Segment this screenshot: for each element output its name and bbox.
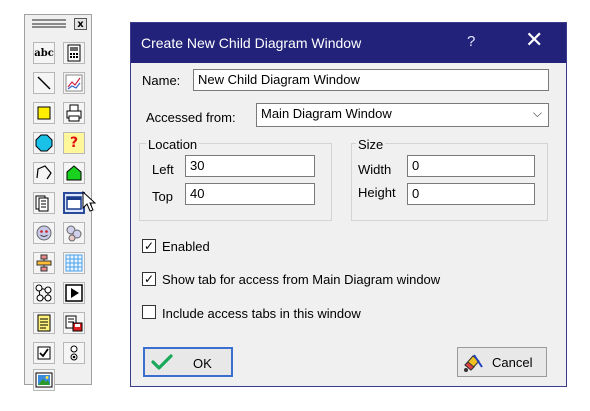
house-tool-icon [66, 165, 82, 181]
palette-drag-grip[interactable] [32, 19, 66, 28]
left-input-value: 30 [190, 158, 205, 173]
polygon-tool-button[interactable] [33, 162, 55, 184]
octagon-tool-button[interactable] [33, 132, 55, 154]
show-tab-label: Show tab for access from Main Diagram wi… [162, 272, 441, 287]
play-tool-icon [65, 284, 83, 302]
text-tool-icon: abc [34, 47, 54, 59]
enabled-label: Enabled [162, 239, 210, 254]
text-tool-button[interactable]: abc [33, 42, 55, 64]
accessed-from-select[interactable]: Main Diagram Window ⌵ [256, 103, 549, 127]
octagon-tool-icon [35, 134, 53, 152]
checkbox-tool-icon [37, 346, 51, 360]
radio-tool-icon [70, 345, 78, 361]
help-tool-button[interactable]: ? [63, 132, 85, 154]
image-tool-button[interactable] [33, 369, 55, 391]
create-child-window-dialog: Create New Child Diagram Window ? ✕ Name… [130, 22, 567, 387]
ok-button[interactable]: OK [143, 347, 233, 377]
name-input[interactable]: New Child Diagram Window [193, 69, 549, 91]
image-tool-icon [35, 372, 53, 388]
chevron-down-icon: ⌵ [532, 106, 542, 120]
help-button[interactable]: ? [467, 33, 475, 50]
mouse-cursor-icon [82, 191, 96, 212]
left-label: Left [152, 162, 174, 177]
ok-button-label: OK [193, 356, 212, 371]
calculator-tool-button[interactable] [63, 42, 85, 64]
top-input-value: 40 [190, 186, 205, 201]
checkmark-icon [151, 354, 173, 370]
save-tool-button[interactable] [63, 312, 85, 334]
graph-tool-button[interactable] [63, 72, 85, 94]
top-input[interactable]: 40 [185, 183, 315, 205]
cancel-button[interactable]: Cancel [457, 347, 547, 377]
document-tool-icon [37, 314, 51, 332]
radio-tool-button[interactable] [63, 342, 85, 364]
dialog-titlebar[interactable]: Create New Child Diagram Window ? ✕ [131, 23, 566, 63]
calculator-tool-icon [67, 44, 81, 62]
dialog-title: Create New Child Diagram Window [141, 35, 362, 51]
graph-tool-icon [65, 74, 83, 92]
rectangle-tool-button[interactable] [33, 102, 55, 124]
palette-close-button[interactable]: x [74, 18, 87, 30]
faces-tool-icon [66, 225, 82, 242]
grid-tool-icon [65, 254, 83, 272]
child-window-tool-icon [66, 196, 82, 210]
height-input-value: 0 [412, 186, 420, 201]
accessed-from-label: Accessed from: [146, 110, 236, 125]
polygon-tool-icon [36, 165, 52, 180]
show-tab-checkbox[interactable]: ✓ [142, 272, 156, 286]
flowchart-tool-button[interactable] [33, 252, 55, 274]
top-label: Top [152, 189, 173, 204]
width-label: Width [358, 162, 392, 177]
line-tool-button[interactable] [33, 72, 55, 94]
printer-tool-icon [66, 104, 82, 122]
save-tool-icon [65, 315, 83, 332]
pages-tool-button[interactable] [33, 192, 55, 214]
size-group-title: Size [356, 137, 386, 152]
left-input[interactable]: 30 [185, 155, 315, 177]
document-tool-button[interactable] [33, 312, 55, 334]
line-tool-icon [37, 76, 51, 90]
include-tabs-label: Include access tabs in this window [162, 306, 361, 321]
width-input-value: 0 [412, 158, 420, 173]
help-tool-icon: ? [69, 135, 79, 151]
network-tool-button[interactable] [33, 282, 55, 304]
printer-tool-button[interactable] [63, 102, 85, 124]
accessed-from-value: Main Diagram Window [261, 106, 392, 121]
enabled-checkbox[interactable]: ✓ [142, 239, 156, 253]
house-tool-button[interactable] [63, 162, 85, 184]
flowchart-tool-icon [36, 254, 52, 272]
checkbox-tool-button[interactable] [33, 342, 55, 364]
height-label: Height [358, 185, 396, 200]
eraser-icon [464, 354, 483, 372]
width-input[interactable]: 0 [407, 155, 535, 177]
face-tool-icon [36, 225, 52, 241]
name-label: Name: [142, 73, 181, 88]
include-tabs-checkbox[interactable] [142, 305, 156, 319]
name-input-value: New Child Diagram Window [198, 72, 360, 87]
grid-tool-button[interactable] [63, 252, 85, 274]
play-tool-button[interactable] [63, 282, 85, 304]
faces-tool-button[interactable] [63, 222, 85, 244]
height-input[interactable]: 0 [407, 183, 535, 205]
cancel-button-label: Cancel [492, 355, 533, 370]
network-tool-icon [35, 284, 52, 302]
pages-tool-icon [35, 195, 49, 212]
location-group-title: Location [146, 137, 200, 152]
close-button[interactable]: ✕ [525, 29, 543, 53]
face-tool-button[interactable] [33, 222, 55, 244]
rectangle-tool-icon [37, 106, 51, 120]
